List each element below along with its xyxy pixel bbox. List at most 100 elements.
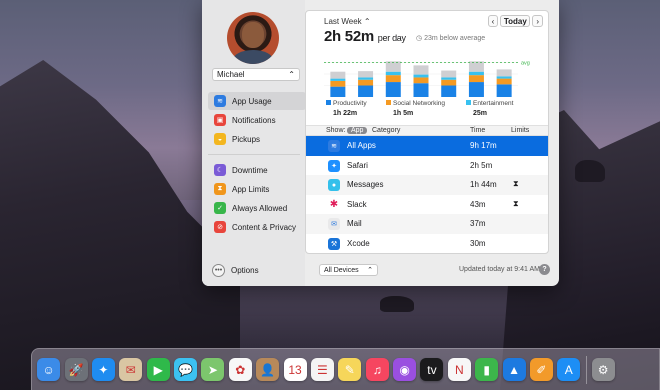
table-row[interactable]: ≋ All Apps 9h 17m — [306, 136, 548, 156]
average-note: 23m below average — [424, 35, 486, 42]
messages-icon[interactable]: 💬 — [174, 358, 198, 381]
sidebar-item-label: App Limits — [232, 184, 270, 194]
legend-swatch — [466, 100, 471, 105]
sidebar-item-always-allowed[interactable]: ✓ Always Allowed — [208, 199, 306, 217]
period-select[interactable]: Last Week ⌃ — [324, 17, 371, 26]
bar-segment — [441, 85, 457, 97]
app-name: Messages — [347, 180, 384, 189]
notes-icon[interactable]: ✎ — [338, 358, 362, 381]
pages-icon[interactable]: ✐ — [529, 358, 553, 381]
system-preferences-icon[interactable]: ⚙ — [591, 358, 615, 381]
contacts-icon[interactable]: 👤 — [256, 358, 280, 381]
screen-time-window: Michael ⌃ ≋ App Usage ▣ Notifications ◒ … — [202, 0, 559, 286]
dock: ☺ 🚀 ✦ ✉ ▶ 💬 ➤ ✿ 👤 13 ☰ ✎ ♫ ◉ tv N ▮ ▲ ✐ A ⚙ — [31, 348, 660, 390]
chevron-right-icon[interactable]: › — [532, 15, 543, 27]
usage-bar-chart: avg — [324, 61, 530, 97]
period-label: Last Week — [324, 17, 362, 26]
bar-segment — [441, 79, 457, 86]
app-time: 43m — [470, 199, 486, 209]
legend-item: Entertainment 25m — [466, 100, 513, 117]
bar-segment — [358, 77, 374, 80]
bar-segment — [330, 78, 346, 81]
bar-segment — [413, 65, 429, 75]
mail-stamp-icon[interactable]: ✉ — [119, 358, 143, 381]
time-column-header[interactable]: Time — [470, 127, 485, 134]
chevron-updown-icon: ⌃ — [363, 17, 371, 26]
legend-name: Social Networking — [393, 100, 446, 107]
sidebar-item-downtime[interactable]: ☾ Downtime — [208, 161, 306, 179]
legend-item: Social Networking 1h 5m — [386, 100, 445, 117]
sidebar-item-app-limits[interactable]: ⧗ App Limits — [208, 180, 306, 198]
reminders-icon[interactable]: ☰ — [310, 358, 334, 381]
finder-icon[interactable]: ☺ — [37, 358, 61, 381]
options-button[interactable]: ••• Options — [212, 264, 259, 277]
hourglass-icon: ⧗ — [513, 179, 519, 188]
per-day-label: per day — [377, 33, 406, 43]
chevron-updown-icon: ⌃ — [367, 267, 373, 274]
bar-segment — [468, 82, 484, 97]
show-app-toggle[interactable]: App — [347, 127, 368, 134]
app-time: 2h 5m — [470, 160, 493, 170]
dock-separator — [585, 355, 587, 384]
app-time: 9h 17m — [470, 141, 497, 150]
app-store-icon[interactable]: A — [557, 358, 581, 381]
table-row[interactable]: ✱ Slack 43m ⧗ — [306, 195, 548, 215]
maps-icon[interactable]: ➤ — [201, 358, 225, 381]
app-name: Mail — [347, 219, 362, 228]
show-category-toggle[interactable]: Category — [372, 127, 400, 134]
podcasts-icon[interactable]: ◉ — [393, 358, 417, 381]
safari-icon[interactable]: ✦ — [91, 358, 115, 381]
facetime-icon[interactable]: ▶ — [146, 358, 170, 381]
bar-segment — [330, 71, 346, 79]
help-button[interactable]: ? — [539, 264, 550, 275]
table-row[interactable]: ✦ Safari 2h 5m — [306, 156, 548, 176]
sidebar-item-app-usage[interactable]: ≋ App Usage — [208, 92, 306, 110]
user-name: Michael — [217, 70, 245, 79]
options-label: Options — [231, 266, 259, 275]
bar-segment — [385, 71, 401, 76]
news-icon[interactable]: N — [447, 358, 471, 381]
sidebar-item-notifications[interactable]: ▣ Notifications — [208, 111, 306, 129]
app-usage-panel: Last Week ⌃ ‹ Today › 2h 52m per day ◷ 2… — [305, 10, 549, 254]
sidebar-divider — [208, 154, 300, 155]
legend-time: 1h 22m — [333, 110, 358, 117]
bar-segment — [468, 75, 484, 83]
table-row[interactable]: ✉ Mail 37m — [306, 214, 548, 234]
moon-icon: ☾ — [214, 164, 226, 176]
hourglass-icon: ⧗ — [513, 198, 519, 208]
bar-segment — [496, 69, 512, 77]
devices-select[interactable]: All Devices ⌃ — [319, 264, 378, 276]
bar-segment — [468, 61, 484, 72]
user-select[interactable]: Michael ⌃ — [212, 68, 300, 81]
bell-icon: ◒ — [214, 133, 226, 145]
legend-time: 25m — [473, 110, 488, 117]
chevron-left-icon[interactable]: ‹ — [487, 15, 499, 27]
sidebar-item-label: Downtime — [232, 165, 268, 175]
bar-segment — [330, 86, 346, 97]
calendar-icon[interactable]: 13 — [283, 358, 307, 381]
table-row[interactable]: ⚒ Xcode 30m — [306, 234, 548, 253]
photos-icon[interactable]: ✿ — [228, 358, 252, 381]
envelope-icon: ✉ — [328, 218, 340, 230]
numbers-icon[interactable]: ▮ — [475, 358, 499, 381]
hourglass-icon: ⧗ — [214, 183, 226, 195]
daily-average: 2h 52m per day — [324, 28, 406, 45]
sidebar-item-content-privacy[interactable]: ⊘ Content & Privacy — [208, 218, 306, 236]
bar-segment — [441, 70, 457, 78]
bar-segment — [413, 77, 429, 84]
avatar[interactable] — [227, 12, 279, 64]
stack-icon: ≋ — [328, 140, 340, 152]
launchpad-icon[interactable]: 🚀 — [64, 358, 88, 381]
sidebar-item-label: Pickups — [232, 134, 261, 144]
hammer-icon: ⚒ — [328, 237, 340, 250]
bar-segment — [496, 76, 512, 79]
table-row[interactable]: ● Messages 1h 44m ⧗ — [306, 175, 548, 195]
today-button[interactable]: Today — [500, 15, 531, 27]
sidebar-item-pickups[interactable]: ◒ Pickups — [208, 130, 306, 148]
layers-icon: ≋ — [214, 95, 226, 107]
bar-segment — [413, 74, 429, 78]
keynote-icon[interactable]: ▲ — [502, 358, 526, 381]
music-icon[interactable]: ♫ — [365, 358, 389, 381]
app-time: 30m — [470, 238, 486, 248]
apple-tv-icon[interactable]: tv — [420, 358, 444, 381]
